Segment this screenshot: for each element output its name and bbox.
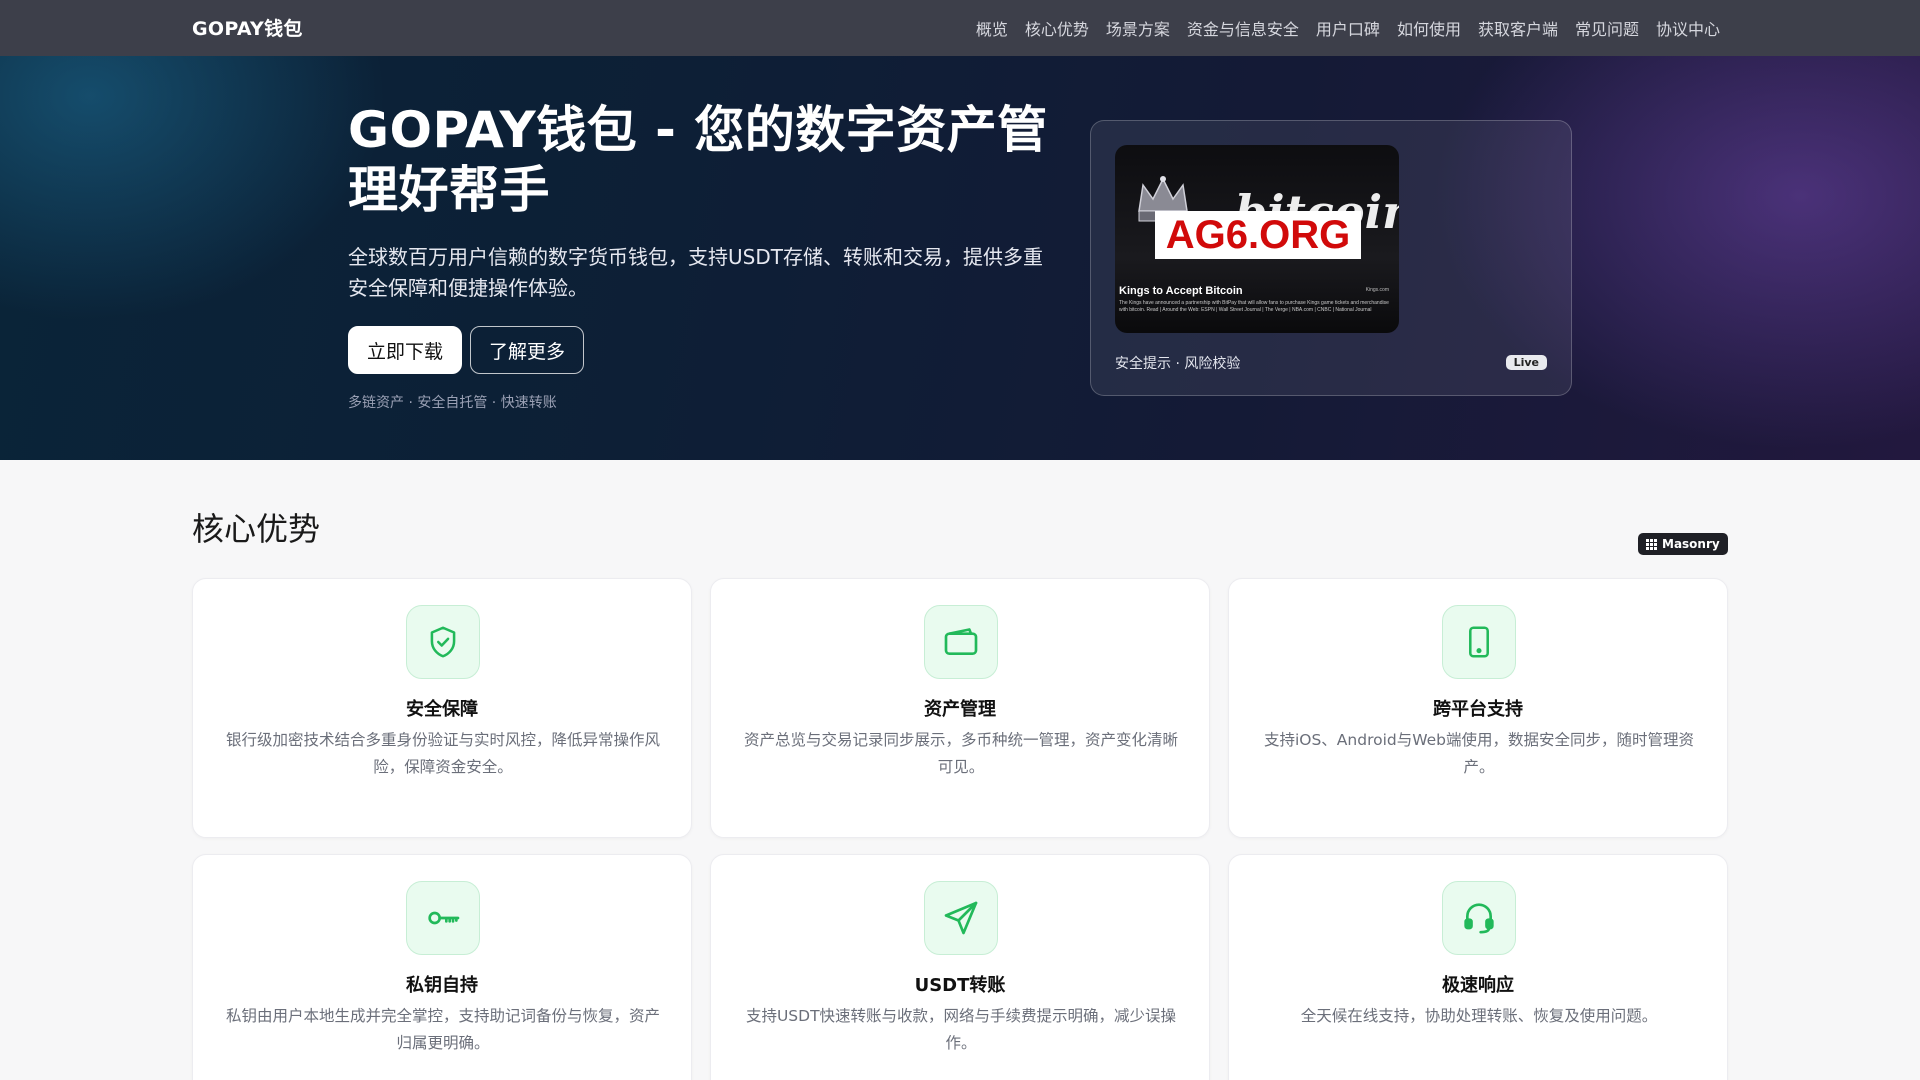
learn-more-button[interactable]: 了解更多 [470, 326, 584, 374]
headset-icon [1442, 881, 1516, 955]
thumb-watermark: AG6.ORG [1155, 211, 1361, 259]
feature-desc: 银行级加密技术结合多重身份验证与实时风控，降低异常操作风险，保障资金安全。 [225, 731, 660, 776]
feature-desc: 支持iOS、Android与Web端使用，数据安全同步，随时管理资产。 [1263, 731, 1695, 776]
feature-desc: 私钥由用户本地生成并完全掌控，支持助记词备份与恢复，资产归属更明确。 [225, 1007, 660, 1052]
masonry-badge-label: Masonry [1662, 537, 1720, 551]
live-badge: Live [1505, 355, 1547, 370]
feature-title: USDT转账 [914, 975, 1006, 996]
nav-link-scenarios[interactable]: 场景方案 [1106, 16, 1170, 40]
nav-link-advantages[interactable]: 核心优势 [1025, 16, 1089, 40]
brand-logo[interactable]: GOPAY钱包 [192, 14, 303, 41]
hero-section: GOPAY钱包 - 您的数字资产管理好帮手 全球数百万用户信赖的数字货币钱包，支… [0, 56, 1920, 460]
download-button[interactable]: 立即下载 [348, 326, 462, 374]
send-icon [924, 881, 998, 955]
hero-title: GOPAY钱包 - 您的数字资产管理好帮手 [348, 101, 1048, 219]
top-nav: GOPAY钱包 概览 核心优势 场景方案 资金与信息安全 用户口碑 如何使用 获… [0, 0, 1920, 56]
tablet-icon [1442, 605, 1516, 679]
nav-link-how-to[interactable]: 如何使用 [1397, 16, 1461, 40]
media-thumbnail[interactable]: bitcoin AG6.ORG Kings to Accept Bitcoin … [1115, 145, 1399, 333]
feature-title: 跨平台支持 [1433, 699, 1523, 720]
feature-title: 私钥自持 [406, 975, 478, 996]
thumb-headline: Kings to Accept Bitcoin [1119, 285, 1243, 297]
grid-icon [1646, 538, 1657, 550]
nav-link-faq[interactable]: 常见问题 [1575, 16, 1639, 40]
shield-check-icon [406, 605, 480, 679]
nav-links: 概览 核心优势 场景方案 资金与信息安全 用户口碑 如何使用 获取客户端 常见问… [976, 0, 1720, 56]
masonry-badge: Masonry [1638, 533, 1728, 555]
feature-card-cross-platform: 跨平台支持 支持iOS、Android与Web端使用，数据安全同步，随时管理资产… [1228, 578, 1728, 838]
feature-card-security: 安全保障 银行级加密技术结合多重身份验证与实时风控，降低异常操作风险，保障资金安… [192, 578, 692, 838]
nav-link-overview[interactable]: 概览 [976, 16, 1008, 40]
thumb-source: Kings.com [1365, 287, 1389, 293]
feature-card-assets: 资产管理 资产总览与交易记录同步展示，多币种统一管理，资产变化清晰可见。 [710, 578, 1210, 838]
hero-media-card: bitcoin AG6.ORG Kings to Accept Bitcoin … [1090, 120, 1572, 396]
nav-link-download[interactable]: 获取客户端 [1478, 16, 1558, 40]
feature-card-usdt-transfer: USDT转账 支持USDT快速转账与收款，网络与手续费提示明确，减少误操作。 [710, 854, 1210, 1080]
feature-card-private-key: 私钥自持 私钥由用户本地生成并完全掌控，支持助记词备份与恢复，资产归属更明确。 [192, 854, 692, 1080]
feature-title: 极速响应 [1442, 975, 1514, 996]
hero-tags: 多链资产 · 安全自托管 · 快速转账 [348, 395, 557, 411]
feature-title: 资产管理 [924, 699, 996, 720]
feature-desc: 资产总览与交易记录同步展示，多币种统一管理，资产变化清晰可见。 [743, 731, 1178, 776]
nav-link-agreements[interactable]: 协议中心 [1656, 16, 1720, 40]
thumb-body: The Kings have announced a partnership w… [1119, 300, 1389, 313]
feature-desc: 全天候在线支持，协助处理转账、恢复及使用问题。 [1300, 1007, 1658, 1025]
feature-desc: 支持USDT快速转账与收款，网络与手续费提示明确，减少误操作。 [745, 1007, 1177, 1052]
section-title: 核心优势 [192, 510, 321, 548]
wallet-icon [924, 605, 998, 679]
nav-link-security[interactable]: 资金与信息安全 [1187, 16, 1299, 40]
hero-subtitle: 全球数百万用户信赖的数字货币钱包，支持USDT存储、转账和交易，提供多重安全保障… [348, 245, 1043, 300]
feature-card-support: 极速响应 全天候在线支持，协助处理转账、恢复及使用问题。 [1228, 854, 1728, 1080]
feature-title: 安全保障 [406, 699, 478, 720]
media-caption: 安全提示 · 风险校验 [1115, 356, 1241, 372]
nav-link-reviews[interactable]: 用户口碑 [1316, 16, 1380, 40]
key-icon [406, 881, 480, 955]
